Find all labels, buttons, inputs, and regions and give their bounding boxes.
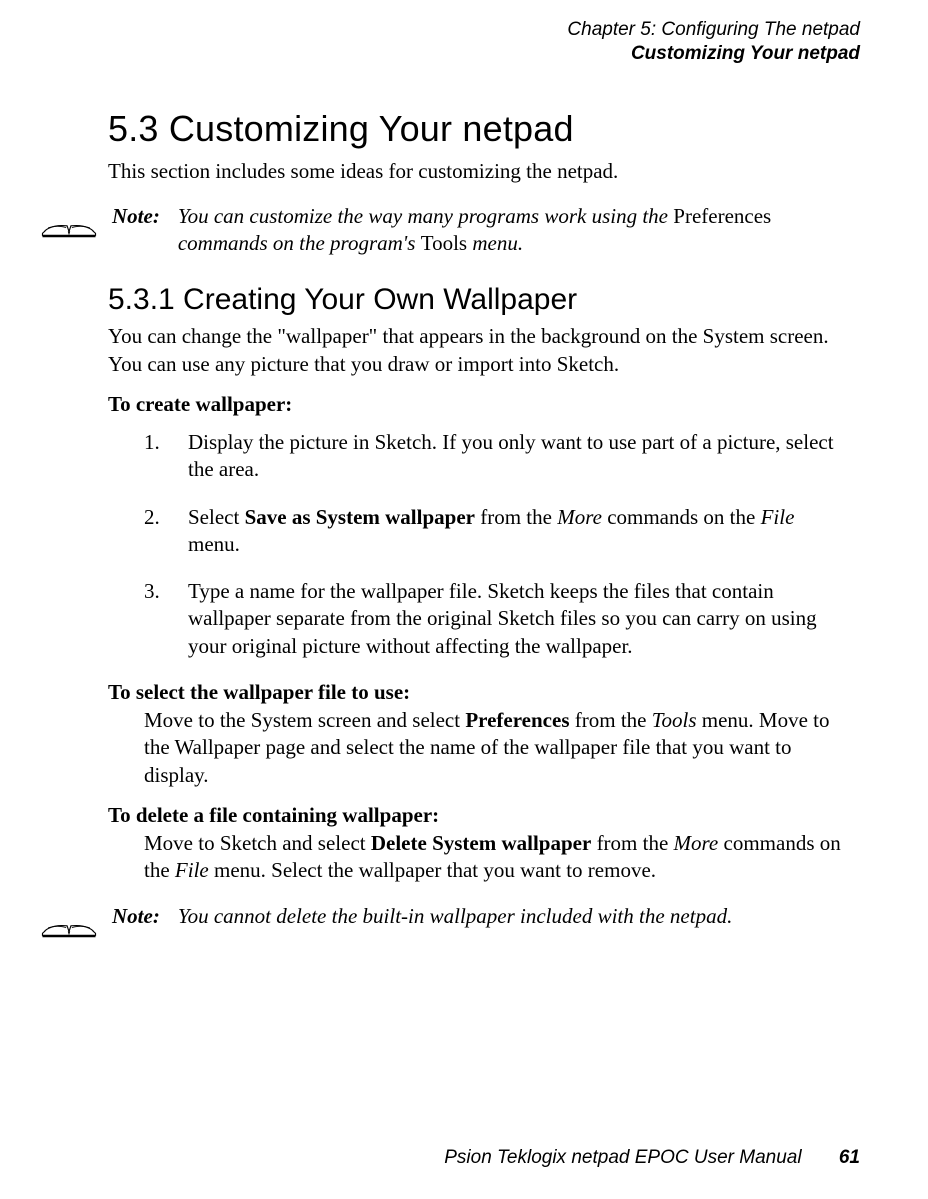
header-section: Customizing Your netpad — [40, 42, 860, 66]
note-body: Note: You can customize the way many pro… — [112, 203, 858, 258]
subsection-heading: 5.3.1 Creating Your Own Wallpaper — [108, 283, 860, 317]
note-body: Note: You cannot delete the built-in wal… — [112, 903, 732, 930]
step-3: Type a name for the wallpaper file. Sket… — [144, 578, 848, 660]
section-heading: 5.3 Customizing Your netpad — [108, 108, 860, 150]
delete-wallpaper-head: To delete a file containing wallpaper: — [108, 803, 860, 828]
step-2: Select Save as System wallpaper from the… — [144, 504, 848, 559]
header-chapter: Chapter 5: Configuring The netpad — [40, 18, 860, 42]
note-label: Note: — [112, 903, 178, 930]
page: Chapter 5: Configuring The netpad Custom… — [0, 0, 928, 1199]
intro-paragraph: This section includes some ideas for cus… — [108, 158, 860, 185]
note-label: Note: — [112, 203, 178, 258]
select-wallpaper-block: To select the wallpaper file to use: Mov… — [108, 680, 860, 789]
step-1: Display the picture in Sketch. If you on… — [144, 429, 848, 484]
page-footer: Psion Teklogix netpad EPOC User Manual 6… — [444, 1147, 860, 1169]
steps-list: Display the picture in Sketch. If you on… — [144, 429, 860, 660]
select-wallpaper-head: To select the wallpaper file to use: — [108, 680, 860, 705]
content: 5.3 Customizing Your netpad This section… — [108, 108, 860, 941]
note-block-1: Note: You can customize the way many pro… — [40, 203, 860, 258]
delete-wallpaper-body: Move to Sketch and select Delete System … — [144, 830, 844, 885]
select-wallpaper-body: Move to the System screen and select Pre… — [144, 707, 844, 789]
open-book-icon — [40, 205, 98, 241]
create-wallpaper-head: To create wallpaper: — [108, 392, 860, 417]
note-text: You cannot delete the built-in wallpaper… — [178, 903, 733, 930]
footer-title: Psion Teklogix netpad EPOC User Manual — [444, 1147, 801, 1168]
page-header: Chapter 5: Configuring The netpad Custom… — [40, 18, 860, 66]
note-block-2: Note: You cannot delete the built-in wal… — [40, 903, 860, 941]
page-number: 61 — [839, 1147, 860, 1168]
delete-wallpaper-block: To delete a file containing wallpaper: M… — [108, 803, 860, 885]
subsection-intro: You can change the "wallpaper" that appe… — [108, 323, 860, 378]
open-book-icon — [40, 905, 98, 941]
note-text: You can customize the way many programs … — [178, 203, 858, 258]
